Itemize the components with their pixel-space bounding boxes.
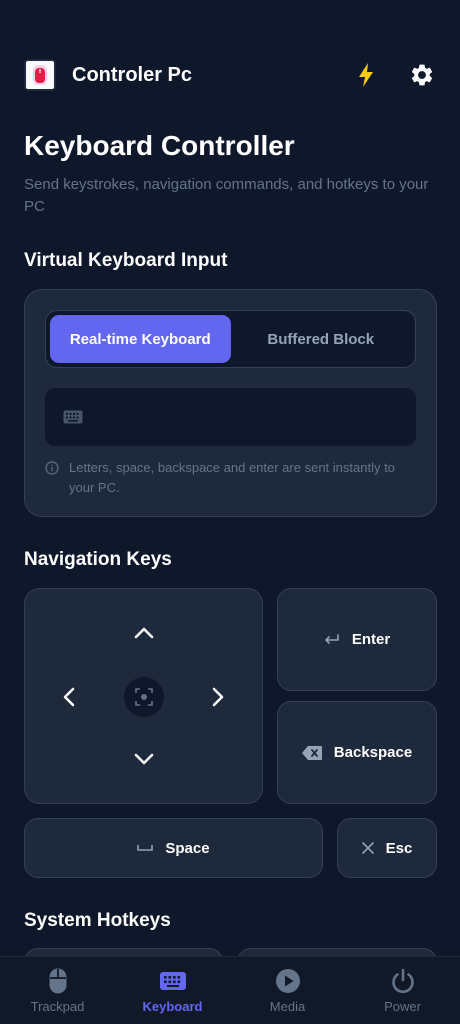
settings-button[interactable]	[408, 61, 436, 89]
enter-icon	[325, 633, 339, 644]
arrow-down-button[interactable]	[128, 743, 160, 775]
gear-icon	[411, 64, 433, 86]
mode-realtime-button[interactable]: Real-time Keyboard	[50, 315, 231, 363]
backspace-icon	[301, 745, 322, 760]
chevron-right-icon	[212, 687, 224, 707]
backspace-button[interactable]: Backspace	[277, 701, 437, 804]
virtual-keyboard-card: Real-time Keyboard Buffered Block Letter…	[24, 289, 437, 517]
page-subtitle: Send keystrokes, navigation commands, an…	[24, 176, 429, 215]
section-title-virtual-keyboard: Virtual Keyboard Input	[24, 250, 228, 271]
esc-button[interactable]: Esc	[337, 818, 437, 878]
bolt-icon	[359, 63, 373, 87]
enter-label: Enter	[351, 631, 391, 648]
play-icon	[275, 967, 301, 995]
mouse-logo-icon	[33, 65, 47, 85]
nav-keyboard-label: Keyboard	[142, 999, 203, 1014]
nav-trackpad[interactable]: Trackpad	[0, 957, 115, 1024]
enter-button[interactable]: Enter	[277, 588, 437, 691]
power-icon	[390, 967, 416, 995]
mode-toggle: Real-time Keyboard Buffered Block	[45, 310, 416, 368]
app-header: Controler Pc	[0, 48, 460, 102]
mode-buffered-button[interactable]: Buffered Block	[231, 315, 412, 363]
keyboard-input-container	[45, 388, 416, 446]
space-icon-wrap	[137, 844, 154, 852]
focus-icon	[135, 688, 153, 706]
backspace-label: Backspace	[333, 744, 413, 761]
app-title: Controler Pc	[72, 63, 193, 86]
nav-power[interactable]: Power	[345, 957, 460, 1024]
nav-keyboard[interactable]: Keyboard	[115, 957, 230, 1024]
section-title-hotkeys: System Hotkeys	[24, 910, 171, 931]
arrow-left-button[interactable]	[53, 681, 85, 713]
bottom-nav: Trackpad Keyboard Media Power	[0, 956, 460, 1024]
chevron-up-icon	[134, 627, 154, 639]
space-button[interactable]: Space	[24, 818, 323, 878]
keyboard-input[interactable]	[95, 408, 395, 426]
chevron-left-icon	[63, 687, 75, 707]
nav-power-label: Power	[384, 999, 421, 1014]
nav-media[interactable]: Media	[230, 957, 345, 1024]
keyboard-icon	[63, 410, 83, 424]
nav-media-label: Media	[269, 999, 306, 1014]
keyboard-icon	[159, 967, 186, 995]
backspace-icon-wrap	[301, 745, 322, 760]
arrow-right-button[interactable]	[202, 681, 234, 713]
space-bar-icon	[137, 845, 154, 851]
space-label: Space	[165, 839, 210, 857]
info-icon	[45, 461, 59, 475]
center-select-button[interactable]	[124, 677, 164, 717]
hint-row: Letters, space, backspace and enter are …	[45, 458, 417, 498]
section-title-navigation: Navigation Keys	[24, 549, 172, 570]
esc-icon-wrap	[361, 842, 374, 854]
dpad	[24, 588, 263, 804]
close-icon	[361, 842, 374, 854]
connect-button[interactable]	[352, 61, 380, 89]
esc-label: Esc	[385, 839, 413, 857]
app-logo	[24, 59, 56, 91]
mouse-icon	[48, 967, 68, 995]
arrow-up-button[interactable]	[128, 617, 160, 649]
nav-trackpad-label: Trackpad	[30, 999, 85, 1014]
chevron-down-icon	[134, 753, 154, 765]
enter-icon-wrap	[324, 633, 340, 646]
hint-text: Letters, space, backspace and enter are …	[69, 460, 395, 495]
page-title: Keyboard Controller	[24, 130, 295, 161]
